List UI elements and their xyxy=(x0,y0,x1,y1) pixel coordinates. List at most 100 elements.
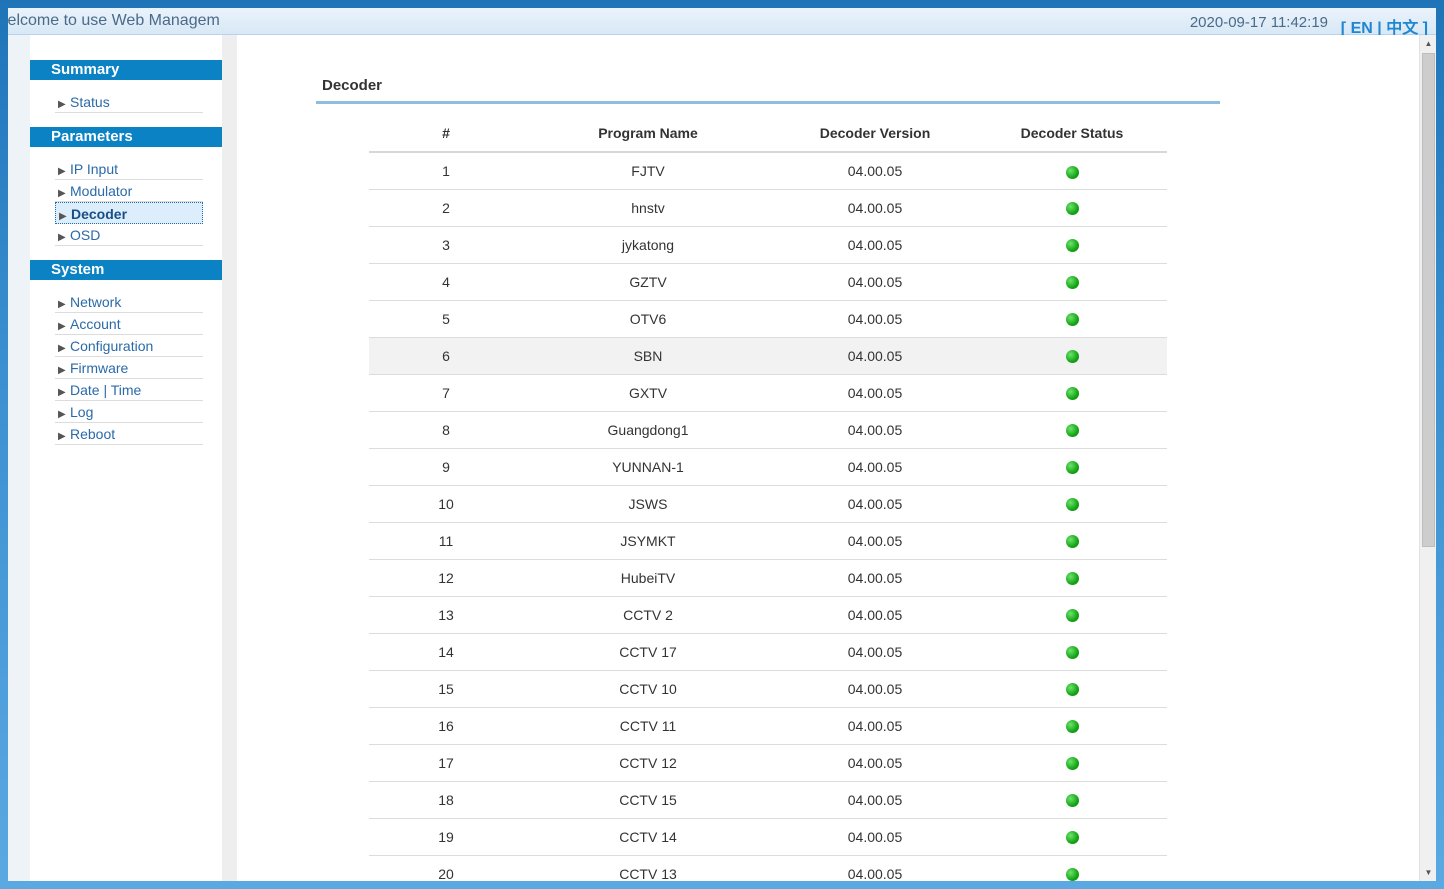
cell-number: 5 xyxy=(369,300,523,338)
cell-number: 2 xyxy=(369,189,523,227)
green-dot-icon xyxy=(1065,646,1079,660)
cell-decoder-version: 04.00.05 xyxy=(773,337,977,375)
cell-program-name: Guangdong1 xyxy=(523,411,773,449)
sidebar-item-label: Log xyxy=(70,404,94,420)
cell-decoder-status xyxy=(977,707,1167,745)
cell-decoder-status xyxy=(977,226,1167,264)
cell-program-name: JSYMKT xyxy=(523,522,773,560)
green-dot-icon xyxy=(1065,831,1079,845)
cell-decoder-version: 04.00.05 xyxy=(773,855,977,881)
cell-decoder-version: 04.00.05 xyxy=(773,670,977,708)
sidebar-item-date-time[interactable]: ▶ Date | Time xyxy=(55,379,203,401)
cell-decoder-version: 04.00.05 xyxy=(773,707,977,745)
cell-decoder-status xyxy=(977,263,1167,301)
cell-decoder-status xyxy=(977,485,1167,523)
cell-program-name: FJTV xyxy=(523,152,773,190)
table-row: 10 JSWS 04.00.05 xyxy=(369,485,1167,523)
section-header-parameters: Parameters xyxy=(30,127,222,147)
triangle-right-icon: ▶ xyxy=(58,232,66,243)
sidebar-item-decoder[interactable]: ▶ Decoder xyxy=(55,202,203,224)
cell-number: 20 xyxy=(369,855,523,881)
cell-number: 13 xyxy=(369,596,523,634)
cell-decoder-status xyxy=(977,744,1167,782)
green-dot-icon xyxy=(1065,239,1079,253)
green-dot-icon xyxy=(1065,276,1079,290)
cell-number: 9 xyxy=(369,448,523,486)
cell-decoder-status xyxy=(977,596,1167,634)
sidebar-item-firmware[interactable]: ▶ Firmware xyxy=(55,357,203,379)
table-row: 8 Guangdong1 04.00.05 xyxy=(369,411,1167,449)
cell-number: 4 xyxy=(369,263,523,301)
cell-program-name: GZTV xyxy=(523,263,773,301)
sidebar-item-log[interactable]: ▶ Log xyxy=(55,401,203,423)
welcome-marquee: welcome to use Web Management xyxy=(8,12,220,32)
sidebar-item-configuration[interactable]: ▶ Configuration xyxy=(55,335,203,357)
scrollbar-thumb[interactable] xyxy=(1422,53,1435,547)
table-row: 5 OTV6 04.00.05 xyxy=(369,300,1167,338)
table-row: 2 hnstv 04.00.05 xyxy=(369,189,1167,227)
sidebar-nav: Summary ▶ Status Parameters ▶ IP Input ▶ Modula… xyxy=(30,35,222,881)
col-header-decoder-version: Decoder Version xyxy=(773,115,977,153)
cell-program-name: SBN xyxy=(523,337,773,375)
cell-decoder-version: 04.00.05 xyxy=(773,633,977,671)
col-header-program-name: Program Name xyxy=(523,115,773,153)
cell-decoder-status xyxy=(977,781,1167,819)
cell-decoder-status xyxy=(977,559,1167,597)
main-content: Decoder # Program Name Decoder Version D… xyxy=(237,35,1419,881)
table-row: 15 CCTV 10 04.00.05 xyxy=(369,670,1167,708)
sidebar-item-status[interactable]: ▶ Status xyxy=(55,91,203,113)
triangle-right-icon: ▶ xyxy=(58,99,66,110)
page-title: Decoder xyxy=(322,77,383,94)
table-row: 20 CCTV 13 04.00.05 xyxy=(369,855,1167,881)
green-dot-icon xyxy=(1065,313,1079,327)
table-row: 17 CCTV 12 04.00.05 xyxy=(369,744,1167,782)
cell-decoder-version: 04.00.05 xyxy=(773,559,977,597)
cell-number: 19 xyxy=(369,818,523,856)
cell-number: 11 xyxy=(369,522,523,560)
sidebar-item-label: Firmware xyxy=(70,360,129,376)
cell-decoder-version: 04.00.05 xyxy=(773,411,977,449)
cell-decoder-status xyxy=(977,818,1167,856)
table-row: 6 SBN 04.00.05 xyxy=(369,337,1167,375)
cell-decoder-version: 04.00.05 xyxy=(773,189,977,227)
cell-program-name: CCTV 2 xyxy=(523,596,773,634)
cell-program-name: GXTV xyxy=(523,374,773,412)
green-dot-icon xyxy=(1065,868,1079,881)
green-dot-icon xyxy=(1065,535,1079,549)
table-row: 7 GXTV 04.00.05 xyxy=(369,374,1167,412)
scroll-down-arrow-icon[interactable]: ▼ xyxy=(1420,864,1437,881)
sidebar-item-reboot[interactable]: ▶ Reboot xyxy=(55,423,203,445)
vertical-scrollbar[interactable]: ▲ ▼ xyxy=(1419,35,1436,881)
cell-program-name: HubeiTV xyxy=(523,559,773,597)
cell-program-name: CCTV 10 xyxy=(523,670,773,708)
left-gutter xyxy=(8,35,30,881)
cell-decoder-version: 04.00.05 xyxy=(773,374,977,412)
green-dot-icon xyxy=(1065,572,1079,586)
green-dot-icon xyxy=(1065,683,1079,697)
window-frame: welcome to use Web Management 2020-09-17… xyxy=(0,0,1444,889)
green-dot-icon xyxy=(1065,165,1079,179)
scroll-up-arrow-icon[interactable]: ▲ xyxy=(1420,35,1437,52)
system-datetime: 2020-09-17 11:42:19 xyxy=(1189,14,1328,31)
section-header-system: System xyxy=(30,260,222,280)
col-header-number: # xyxy=(369,115,523,153)
sidebar-item-label: Modulator xyxy=(70,183,133,199)
cell-decoder-version: 04.00.05 xyxy=(773,448,977,486)
green-dot-icon xyxy=(1065,757,1079,771)
table-row: 1 FJTV 04.00.05 xyxy=(369,152,1167,190)
table-header-row: # Program Name Decoder Version Decoder S… xyxy=(369,115,1167,153)
sidebar-item-account[interactable]: ▶ Account xyxy=(55,313,203,335)
sidebar-item-label: Account xyxy=(70,316,121,332)
cell-decoder-status xyxy=(977,337,1167,375)
cell-program-name: CCTV 13 xyxy=(523,855,773,881)
sidebar-item-modulator[interactable]: ▶ Modulator xyxy=(55,180,203,202)
cell-program-name: JSWS xyxy=(523,485,773,523)
cell-decoder-version: 04.00.05 xyxy=(773,263,977,301)
sidebar-item-osd[interactable]: ▶ OSD xyxy=(55,224,203,246)
cell-program-name: OTV6 xyxy=(523,300,773,338)
cell-decoder-status xyxy=(977,522,1167,560)
sidebar-item-label: OSD xyxy=(70,227,101,243)
cell-program-name: YUNNAN-1 xyxy=(523,448,773,486)
sidebar-item-ip-input[interactable]: ▶ IP Input xyxy=(55,158,203,180)
sidebar-item-network[interactable]: ▶ Network xyxy=(55,291,203,313)
